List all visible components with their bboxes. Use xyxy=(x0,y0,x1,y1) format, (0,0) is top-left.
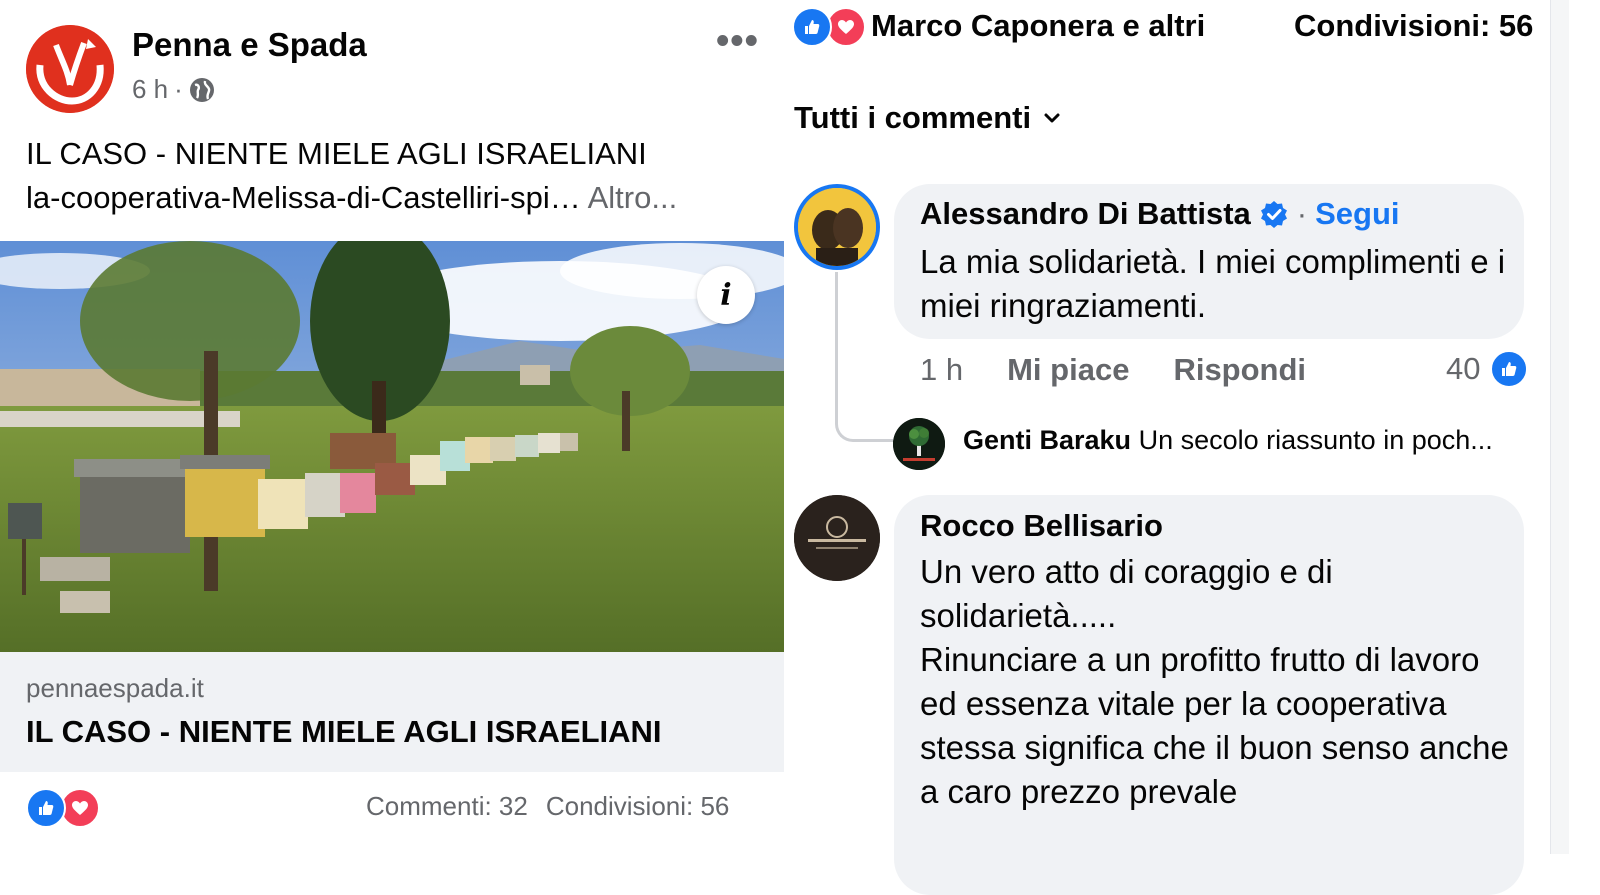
reaction-summary[interactable] xyxy=(26,788,100,828)
comment-author[interactable]: Alessandro Di Battista xyxy=(920,196,1251,232)
verified-badge-icon xyxy=(1260,201,1287,228)
like-reaction-icon xyxy=(1490,350,1529,388)
post-slug: la-cooperativa-Melissa-di-Castelliri-spi… xyxy=(26,180,581,215)
link-preview-card[interactable] xyxy=(0,652,784,772)
globe-icon xyxy=(189,77,214,102)
page-name[interactable]: Penna e Spada xyxy=(132,26,367,64)
shares-count[interactable]: Condivisioni: 56 xyxy=(546,791,730,821)
comment-time[interactable]: 1 h xyxy=(920,352,963,388)
reply-avatar-photo xyxy=(893,418,945,470)
comment-text: La mia solidarietà. I miei complimenti e… xyxy=(920,243,1506,324)
comment-header: Alessandro Di Battista · Segui xyxy=(920,196,1400,232)
chevron-down-icon xyxy=(1044,113,1060,123)
comment-actions: 1 h Mi piace Rispondi xyxy=(920,352,1306,388)
comment-like-count[interactable]: 40 xyxy=(1446,350,1529,388)
comments-reaction-summary[interactable] xyxy=(792,7,866,47)
avatar-photo xyxy=(794,495,880,581)
more-options-icon[interactable]: ••• xyxy=(716,22,759,60)
avatar[interactable] xyxy=(794,495,880,581)
like-count: 40 xyxy=(1446,351,1481,386)
post-title: IL CASO - NIENTE MIELE AGLI ISRAELIANI xyxy=(26,136,647,171)
reply-avatar[interactable] xyxy=(893,418,945,470)
like-reaction-icon xyxy=(792,7,832,47)
like-button[interactable]: Mi piace xyxy=(1007,352,1129,388)
see-more-link[interactable]: Altro... xyxy=(588,180,678,215)
page-logo-icon xyxy=(26,25,114,113)
comment-text: Un vero atto di coraggio e di solidariet… xyxy=(920,553,1509,810)
love-reaction-icon xyxy=(60,788,100,828)
like-reaction-icon xyxy=(26,788,66,828)
post-time[interactable]: 6 h xyxy=(132,74,168,105)
avatar[interactable] xyxy=(794,184,880,270)
thread-connector xyxy=(835,272,893,442)
comment-author[interactable]: Rocco Bellisario xyxy=(920,508,1163,544)
reply-button[interactable]: Rispondi xyxy=(1173,352,1306,388)
shares-count[interactable]: Condivisioni: 56 xyxy=(1294,8,1533,44)
comments-count[interactable]: Commenti: 32 xyxy=(366,791,528,821)
comment-sort-dropdown[interactable]: Tutti i commenti xyxy=(794,100,1063,136)
scrollbar[interactable] xyxy=(1550,0,1569,854)
header-separator: · xyxy=(1296,196,1308,231)
post-meta: 6 h · xyxy=(132,74,215,105)
love-reaction-icon xyxy=(826,7,866,47)
sort-label: Tutti i commenti xyxy=(794,100,1032,135)
info-icon[interactable]: i xyxy=(697,266,755,324)
avatar-photo xyxy=(798,188,876,266)
page-avatar[interactable] xyxy=(26,25,114,113)
post-counts: Commenti: 32 Condivisioni: 56 xyxy=(366,791,729,822)
follow-button[interactable]: Segui xyxy=(1315,196,1399,232)
reply-text: Un secolo riassunto in poch... xyxy=(1138,425,1493,455)
reactors-text[interactable]: Marco Caponera e altri xyxy=(871,8,1205,44)
post-image[interactable] xyxy=(0,241,784,652)
post-text: la-cooperativa-Melissa-di-Castelliri-spi… xyxy=(26,180,677,216)
reply-preview[interactable]: Genti Baraku Un secolo riassunto in poch… xyxy=(963,425,1519,456)
link-title[interactable]: IL CASO - NIENTE MIELE AGLI ISRAELIANI xyxy=(26,714,662,750)
reply-author[interactable]: Genti Baraku xyxy=(963,425,1131,455)
beehives-photo xyxy=(0,241,784,652)
meta-separator: · xyxy=(174,74,183,104)
link-domain: pennaespada.it xyxy=(26,673,204,703)
